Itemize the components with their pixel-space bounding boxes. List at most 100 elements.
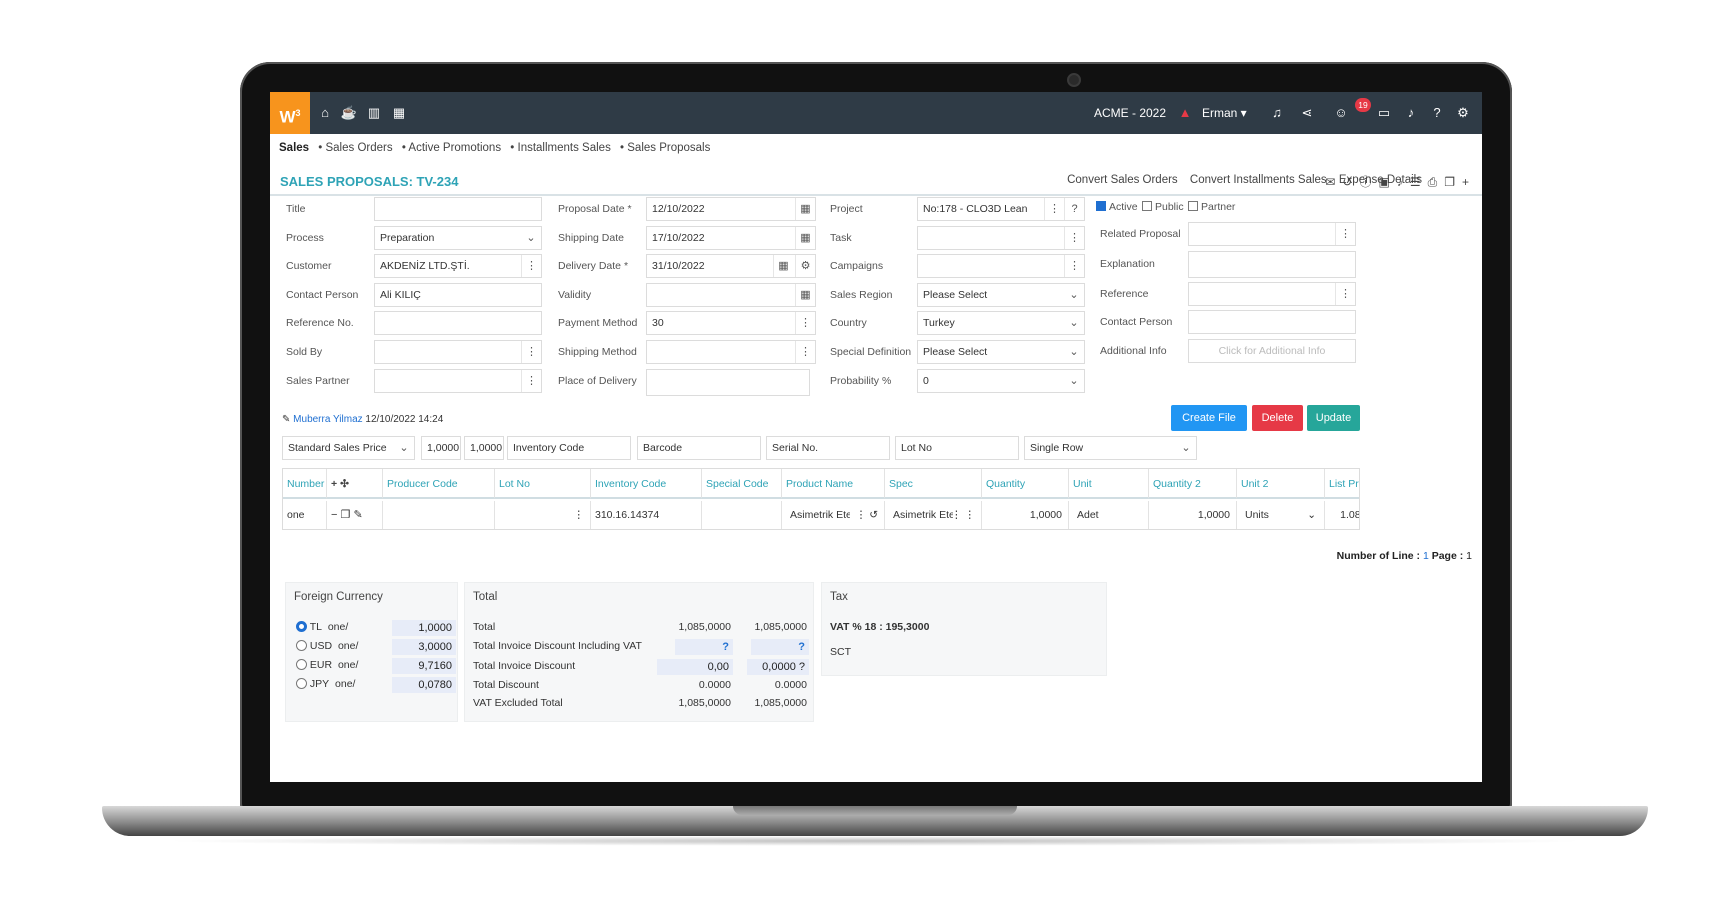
place-of-delivery-textarea[interactable] bbox=[646, 369, 810, 396]
discount-vat-a[interactable]: ? bbox=[675, 639, 733, 655]
special-definition-select[interactable]: Please Select ⌄ bbox=[917, 340, 1085, 364]
proposal-date-input[interactable]: 12/10/2022 ▦ bbox=[646, 197, 816, 221]
list-icon[interactable]: ☰ bbox=[1410, 175, 1428, 189]
related-proposal-input[interactable]: ⋮ bbox=[1188, 222, 1356, 246]
col-lot-no[interactable]: Lot No bbox=[495, 469, 591, 499]
cell-unit2[interactable]: Units ⌄ bbox=[1237, 501, 1325, 529]
smile-icon[interactable]: ☺ bbox=[1332, 103, 1350, 123]
cell-spec[interactable]: Asimetrik Etek⋮ ⋮ bbox=[885, 501, 982, 529]
currency-rate-jpy[interactable]: 0,0780 bbox=[392, 677, 456, 693]
info-icon[interactable]: ⓘ bbox=[1359, 175, 1378, 189]
additional-info-input[interactable]: Click for Additional Info bbox=[1188, 339, 1356, 363]
more-icon[interactable]: ⋮ bbox=[1335, 283, 1355, 305]
sold-by-input[interactable]: ⋮ bbox=[374, 340, 542, 364]
task-input[interactable]: ⋮ bbox=[917, 226, 1085, 250]
cell-list-price[interactable]: 1.085,00 bbox=[1325, 501, 1359, 529]
shipping-method-input[interactable]: ⋮ bbox=[646, 340, 816, 364]
product-actions-icon[interactable]: ⋮ ↺ bbox=[856, 501, 878, 529]
bar-chart-icon[interactable]: ▥ bbox=[365, 103, 383, 123]
more-icon[interactable]: ⋮ bbox=[1044, 198, 1064, 220]
campaigns-input[interactable]: ⋮ bbox=[917, 254, 1085, 278]
customer-input[interactable]: AKDENİZ LTD.ŞTİ. ⋮ bbox=[374, 254, 542, 278]
partner-checkbox[interactable]: Partner bbox=[1188, 201, 1235, 213]
mail-icon[interactable]: ✉ bbox=[1325, 175, 1342, 189]
more-icon[interactable]: ⋮ bbox=[1335, 223, 1355, 245]
copy-row-icon[interactable]: ❐ bbox=[341, 509, 351, 521]
create-file-button[interactable]: Create File bbox=[1171, 405, 1247, 431]
box-icon[interactable]: ▣ bbox=[1379, 175, 1397, 189]
invoice-discount-a[interactable]: 0,00 bbox=[657, 659, 733, 675]
barcode-input[interactable]: Barcode bbox=[637, 436, 761, 460]
price-list-select[interactable]: Standard Sales Price ⌄ bbox=[282, 436, 415, 460]
record-user-link[interactable]: Muberra Yilmaz bbox=[293, 414, 362, 425]
active-checkbox[interactable]: Active bbox=[1096, 201, 1138, 213]
col-list-price[interactable]: List Price bbox=[1325, 469, 1359, 499]
currency-row-jpy[interactable]: JPY one/ bbox=[296, 678, 355, 690]
reference-input[interactable]: ⋮ bbox=[1188, 282, 1356, 306]
calendar-icon[interactable]: ▦ bbox=[390, 103, 408, 123]
print-icon[interactable]: ⎙ bbox=[1428, 175, 1445, 189]
calendar-icon[interactable]: ▦ bbox=[795, 284, 815, 306]
warning-icon[interactable]: ▲ bbox=[1176, 103, 1194, 123]
company-selector[interactable]: ACME - 2022 bbox=[1094, 106, 1166, 120]
col-unit2[interactable]: Unit 2 bbox=[1237, 469, 1325, 499]
more-icon[interactable]: ⋮ bbox=[1064, 227, 1084, 249]
title-input[interactable] bbox=[374, 197, 542, 221]
currency-row-tl[interactable]: TL one/ bbox=[296, 621, 348, 633]
breadcrumb-installments-sales[interactable]: • Installments Sales bbox=[510, 142, 611, 154]
inventory-code-input[interactable]: Inventory Code bbox=[507, 436, 631, 460]
help-icon[interactable]: ? bbox=[1064, 198, 1084, 220]
cup-icon[interactable]: ☕ bbox=[340, 103, 358, 123]
sales-partner-input[interactable]: ⋮ bbox=[374, 369, 542, 393]
col-spec[interactable]: Spec bbox=[885, 469, 982, 499]
calendar-icon[interactable]: ▦ bbox=[795, 227, 815, 249]
cell-lot-no[interactable]: ⋮ bbox=[495, 501, 591, 529]
breadcrumb-active-promotions[interactable]: • Active Promotions bbox=[402, 142, 501, 154]
col-producer-code[interactable]: Producer Code bbox=[383, 469, 495, 499]
serial-no-input[interactable]: Serial No. bbox=[766, 436, 890, 460]
breadcrumb-sales-orders[interactable]: • Sales Orders bbox=[318, 142, 392, 154]
col-number[interactable]: Number bbox=[283, 469, 327, 499]
rate-input-1[interactable]: 1,0000 bbox=[421, 436, 461, 460]
more-icon[interactable]: ⋮ bbox=[795, 341, 815, 363]
alert-icon[interactable]: ♪ bbox=[1397, 175, 1410, 189]
col-product-name[interactable]: Product Name bbox=[782, 469, 885, 499]
help-icon[interactable]: ? bbox=[1428, 103, 1446, 123]
currency-radio[interactable] bbox=[296, 621, 307, 632]
headset-icon[interactable]: ♫ bbox=[1268, 103, 1286, 123]
convert-installments-link[interactable]: Convert Installments Sales bbox=[1190, 174, 1327, 186]
currency-radio[interactable] bbox=[296, 678, 307, 689]
shipping-date-input[interactable]: 17/10/2022 ▦ bbox=[646, 226, 816, 250]
calendar-icon[interactable]: ▦ bbox=[795, 198, 815, 220]
more-icon[interactable]: ⋮ bbox=[1064, 255, 1084, 277]
puzzle-icon[interactable]: ✣ bbox=[340, 478, 349, 490]
payment-method-input[interactable]: 30 ⋮ bbox=[646, 311, 816, 335]
rate-input-2[interactable]: 1,0000 bbox=[464, 436, 504, 460]
row-mode-select[interactable]: Single Row ⌄ bbox=[1024, 436, 1197, 460]
lot-no-input[interactable]: Lot No bbox=[895, 436, 1019, 460]
spec-actions-icon[interactable]: ⋮ ⋮ bbox=[951, 501, 975, 529]
share-icon[interactable]: ⋖ bbox=[1298, 103, 1316, 123]
discount-vat-b[interactable]: ? bbox=[751, 639, 809, 655]
delivery-date-input[interactable]: 31/10/2022 ▦ ⚙ bbox=[646, 254, 816, 278]
currency-row-eur[interactable]: EUR one/ bbox=[296, 659, 358, 671]
probability-select[interactable]: 0 ⌄ bbox=[917, 369, 1085, 393]
copy-icon[interactable]: ❐ bbox=[1444, 175, 1462, 189]
user-menu[interactable]: Erman ▾ bbox=[1202, 106, 1247, 120]
currency-radio[interactable] bbox=[296, 659, 307, 670]
validity-input[interactable]: ▦ bbox=[646, 283, 816, 307]
breadcrumb-sales-proposals[interactable]: • Sales Proposals bbox=[620, 142, 710, 154]
home-icon[interactable]: ⌂ bbox=[316, 103, 334, 123]
explanation-textarea[interactable] bbox=[1188, 251, 1356, 278]
more-icon[interactable]: ⋮ bbox=[521, 370, 541, 392]
app-logo[interactable]: W3 bbox=[270, 92, 310, 134]
convert-sales-orders-link[interactable]: Convert Sales Orders bbox=[1067, 174, 1178, 186]
chat-icon[interactable]: ▭ bbox=[1375, 103, 1393, 123]
public-checkbox[interactable]: Public bbox=[1142, 201, 1184, 213]
update-button[interactable]: Update bbox=[1307, 405, 1360, 431]
sales-region-select[interactable]: Please Select ⌄ bbox=[917, 283, 1085, 307]
col-quantity[interactable]: Quantity bbox=[982, 469, 1069, 499]
cell-quantity[interactable]: 1,0000 bbox=[982, 501, 1069, 529]
bell-icon[interactable]: ♪ bbox=[1402, 103, 1420, 123]
more-icon[interactable]: ⋮ bbox=[795, 312, 815, 334]
